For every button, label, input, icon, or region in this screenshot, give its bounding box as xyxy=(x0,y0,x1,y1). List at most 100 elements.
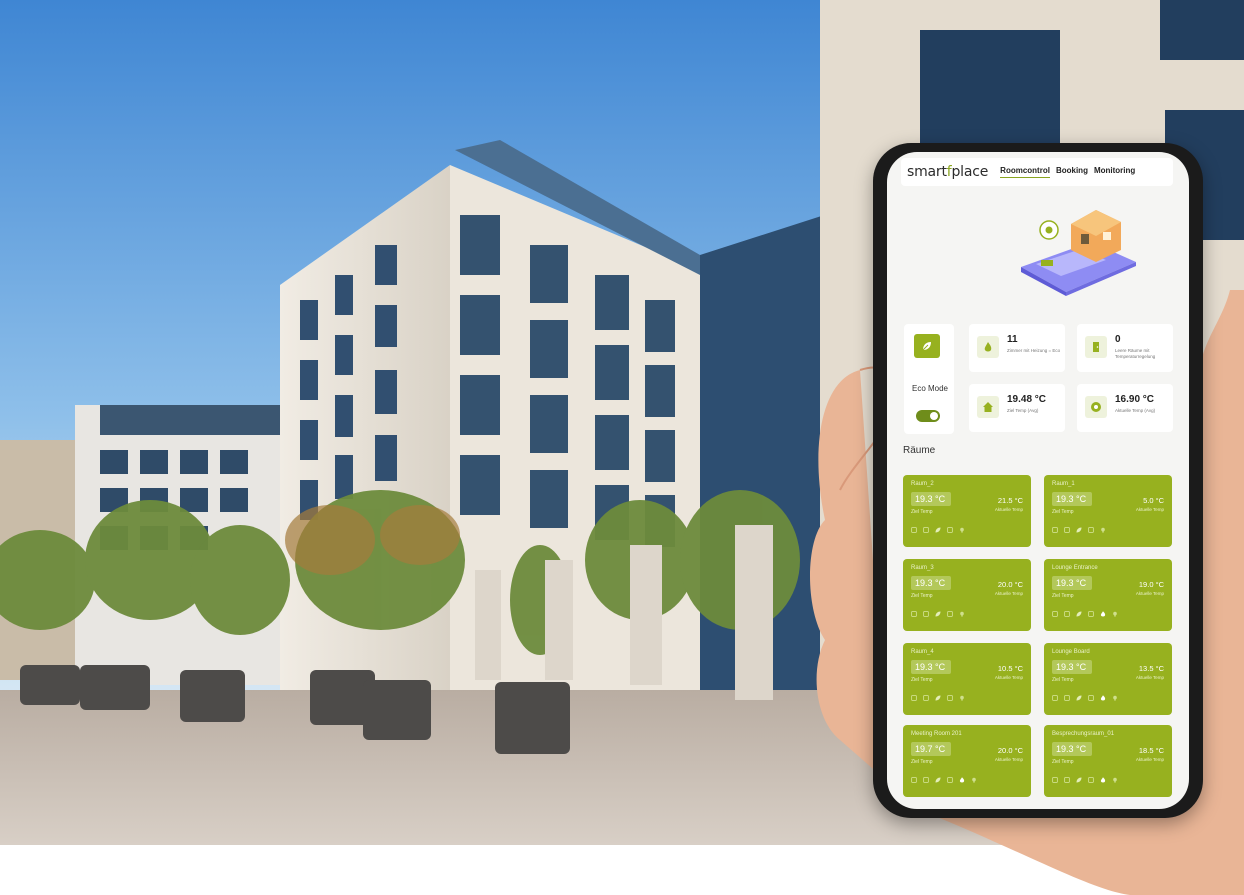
room-target-label: Ziel Temp xyxy=(911,593,933,599)
room-status-icons xyxy=(911,527,965,533)
room-target-temp[interactable]: 19.3 °C xyxy=(911,576,951,590)
bulb-icon xyxy=(960,695,964,701)
app-screen: smartfplace Roomcontrol Booking Monitori… xyxy=(887,152,1189,809)
room-actual-temp: 5.0 °C xyxy=(1143,496,1164,505)
tab-monitoring[interactable]: Monitoring xyxy=(1094,166,1135,178)
eco-mode-toggle[interactable] xyxy=(916,410,940,422)
leaf-icon xyxy=(1076,527,1082,533)
room-card[interactable]: Meeting Room 201 19.7 °C Ziel Temp 20.0 °C A… xyxy=(903,725,1031,797)
stat-value: 11 xyxy=(1007,334,1018,345)
room-name: Raum_3 xyxy=(911,565,934,571)
calendar-icon xyxy=(947,527,953,533)
room-target-label: Ziel Temp xyxy=(911,677,933,683)
grid-icon xyxy=(923,777,929,783)
room-target-label: Ziel Temp xyxy=(1052,593,1074,599)
room-target-temp[interactable]: 19.3 °C xyxy=(1052,492,1092,506)
room-status-icons xyxy=(1052,527,1106,533)
room-status-icons xyxy=(911,695,965,701)
room-name: Lounge Entrance xyxy=(1052,565,1098,571)
room-actual-label: Aktuelle Temp xyxy=(994,757,1023,762)
flame-icon xyxy=(1100,695,1106,701)
room-target-temp[interactable]: 19.3 °C xyxy=(1052,576,1092,590)
stat-value: 0 xyxy=(1115,334,1121,345)
room-target-temp[interactable]: 19.3 °C xyxy=(911,660,951,674)
eco-mode-label: Eco Mode xyxy=(911,384,949,393)
stat-value: 16.90 °C xyxy=(1115,394,1155,405)
hand-icon xyxy=(911,777,917,783)
room-actual-label: Aktuelle Temp xyxy=(994,591,1023,596)
room-name: Besprechungsraum_01 xyxy=(1052,731,1115,737)
room-card[interactable]: Raum_2 19.3 °C Ziel Temp 21.5 °C Aktuelle Te… xyxy=(903,475,1031,547)
room-target-temp[interactable]: 19.7 °C xyxy=(911,742,951,756)
room-actual-label: Aktuelle Temp xyxy=(1135,507,1164,512)
stat-value: 19.48 °C xyxy=(1007,394,1047,405)
marketing-scene: smartfplace Roomcontrol Booking Monitori… xyxy=(0,0,1244,895)
room-actual-label: Aktuelle Temp xyxy=(1135,591,1164,596)
bulb-icon xyxy=(972,777,976,783)
flame-icon xyxy=(1100,611,1106,617)
room-target-label: Ziel Temp xyxy=(1052,759,1074,765)
room-actual-label: Aktuelle Temp xyxy=(1135,757,1164,762)
stat-label: Aktuelle Temp (Avg) xyxy=(1115,408,1156,413)
room-target-label: Ziel Temp xyxy=(1052,677,1074,683)
grid-icon xyxy=(1064,611,1070,617)
flame-icon xyxy=(959,777,965,783)
grid-icon xyxy=(923,527,929,533)
room-card[interactable]: Raum_1 19.3 °C Ziel Temp 5.0 °C Aktuelle Tem… xyxy=(1044,475,1172,547)
room-card[interactable]: Lounge Board 19.3 °C Ziel Temp 13.5 °C Aktue… xyxy=(1044,643,1172,715)
app-navbar: smartfplace Roomcontrol Booking Monitori… xyxy=(901,158,1173,186)
leaf-icon xyxy=(1076,611,1082,617)
nav-tabs: Roomcontrol Booking Monitoring xyxy=(1000,166,1135,178)
room-name: Raum_2 xyxy=(911,481,934,487)
room-target-label: Ziel Temp xyxy=(1052,509,1074,515)
hand-icon xyxy=(1052,527,1058,533)
grid-icon xyxy=(1064,777,1070,783)
grid-icon xyxy=(1064,695,1070,701)
room-card[interactable]: Raum_4 19.3 °C Ziel Temp 10.5 °C Aktuelle Te… xyxy=(903,643,1031,715)
hand-icon xyxy=(911,611,917,617)
room-target-temp[interactable]: 19.3 °C xyxy=(911,492,951,506)
home-icon xyxy=(977,396,999,418)
smart-home-illustration xyxy=(1021,210,1136,296)
stat-label: Zimmer mit Heizung = Eco xyxy=(1007,348,1061,353)
room-target-temp[interactable]: 19.3 °C xyxy=(1052,742,1092,756)
room-actual-temp: 21.5 °C xyxy=(997,496,1023,505)
hand-icon xyxy=(1052,695,1058,701)
room-actual-temp: 13.5 °C xyxy=(1138,664,1164,673)
tab-booking[interactable]: Booking xyxy=(1056,166,1088,178)
hand-icon xyxy=(1052,777,1058,783)
grid-icon xyxy=(1064,527,1070,533)
stat-card-eco-rooms: 11 Zimmer mit Heizung = Eco xyxy=(969,324,1065,372)
calendar-icon xyxy=(1088,695,1094,701)
leaf-icon xyxy=(935,777,941,783)
room-status-icons xyxy=(911,777,977,783)
stat-card-actual-temp: 16.90 °C Aktuelle Temp (Avg) xyxy=(1077,384,1173,432)
brand-logo[interactable]: smartfplace xyxy=(907,164,988,180)
tab-roomcontrol[interactable]: Roomcontrol xyxy=(1000,166,1050,178)
leaf-icon xyxy=(914,334,940,358)
calendar-icon xyxy=(1088,777,1094,783)
stat-card-target-temp: 19.48 °C Ziel Temp (Avg) xyxy=(969,384,1065,432)
grid-icon xyxy=(923,695,929,701)
calendar-icon xyxy=(1088,527,1094,533)
calendar-icon xyxy=(947,695,953,701)
room-actual-temp: 19.0 °C xyxy=(1138,580,1164,589)
bulb-icon xyxy=(1113,695,1117,701)
grid-icon xyxy=(923,611,929,617)
stat-card-empty-rooms: 0 Leere Räume mit Temperaturregelung xyxy=(1077,324,1173,372)
room-card[interactable]: Besprechungsraum_01 19.3 °C Ziel Temp 18.5 … xyxy=(1044,725,1172,797)
room-status-icons xyxy=(1052,777,1118,783)
room-actual-label: Aktuelle Temp xyxy=(994,675,1023,680)
room-card[interactable]: Raum_3 19.3 °C Ziel Temp 20.0 °C Aktuelle Te… xyxy=(903,559,1031,631)
calendar-icon xyxy=(1088,611,1094,617)
eco-mode-card: Eco Mode xyxy=(904,324,954,434)
leaf-icon xyxy=(935,611,941,617)
thermo-icon xyxy=(1085,396,1107,418)
flame-icon xyxy=(977,336,999,358)
bulb-icon xyxy=(960,611,964,617)
room-status-icons xyxy=(911,611,965,617)
room-name: Meeting Room 201 xyxy=(911,731,962,737)
room-card[interactable]: Lounge Entrance 19.3 °C Ziel Temp 19.0 °C Ak… xyxy=(1044,559,1172,631)
bulb-icon xyxy=(1101,527,1105,533)
room-target-temp[interactable]: 19.3 °C xyxy=(1052,660,1092,674)
